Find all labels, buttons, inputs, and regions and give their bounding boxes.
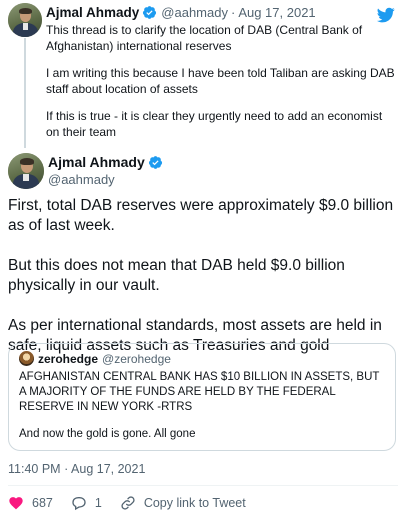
tweet-paragraph: And now the gold is gone. All gone xyxy=(19,428,196,440)
author-name[interactable]: Ajmal Ahmady xyxy=(46,5,139,20)
tweet-paragraph: But this does not mean that DAB held $9.… xyxy=(8,257,345,294)
tweet-paragraph: First, total DAB reserves were approxima… xyxy=(8,197,394,234)
verified-badge-icon xyxy=(148,155,162,169)
separator-dot: · xyxy=(64,462,69,476)
author-handle[interactable]: @aahmady xyxy=(161,5,228,20)
main-author-row: Ajmal Ahmady xyxy=(48,154,163,170)
author-handle[interactable]: @aahmady xyxy=(48,172,163,187)
quoted-author-row: zerohedge @zerohedge xyxy=(19,351,385,366)
avatar[interactable] xyxy=(8,153,44,189)
author-name[interactable]: Ajmal Ahmady xyxy=(48,154,145,170)
parent-tweet-text: This thread is to clarify the location o… xyxy=(46,23,396,152)
like-count: 687 xyxy=(32,496,53,510)
quoted-tweet-card[interactable]: zerohedge @zerohedge AFGHANISTAN CENTRAL… xyxy=(8,343,396,451)
tweet-paragraph: AFGHANISTAN CENTRAL BANK HAS $10 BILLION… xyxy=(19,371,380,413)
tweet-paragraph: This thread is to clarify the location o… xyxy=(46,23,363,53)
reply-button[interactable]: 1 xyxy=(71,495,102,511)
avatar[interactable] xyxy=(8,3,42,37)
copy-link-label: Copy link to Tweet xyxy=(143,496,246,510)
verified-badge-icon xyxy=(143,6,157,19)
tweet-timestamp[interactable]: 11:40 PM · Aug 17, 2021 xyxy=(8,462,145,476)
heart-icon xyxy=(9,497,23,510)
separator-dot: · xyxy=(230,5,236,20)
tweet-actions: 687 1 Copy link to Tweet xyxy=(8,495,264,511)
parent-tweet: Ajmal Ahmady @aahmady · Aug 17, 2021 Thi… xyxy=(0,0,406,150)
reply-icon xyxy=(72,497,86,511)
quoted-author-handle: @zerohedge xyxy=(102,351,171,366)
tweet-date: Aug 17, 2021 xyxy=(71,462,146,476)
like-button[interactable]: 687 xyxy=(8,495,53,511)
thread-connector-line xyxy=(24,38,26,148)
tweet-paragraph: If this is true - it is clear they urgen… xyxy=(46,109,383,139)
copy-link-button[interactable]: Copy link to Tweet xyxy=(120,495,246,511)
tweet-date[interactable]: Aug 17, 2021 xyxy=(238,5,315,20)
link-icon xyxy=(121,496,135,510)
reply-count: 1 xyxy=(94,496,102,510)
parent-author-row: Ajmal Ahmady @aahmady · Aug 17, 2021 xyxy=(46,5,316,20)
avatar xyxy=(19,351,34,366)
quoted-author-name: zerohedge xyxy=(38,351,99,366)
tweet-paragraph: I am writing this because I have been to… xyxy=(46,66,395,96)
divider xyxy=(8,485,398,486)
tweet-time: 11:40 PM xyxy=(8,462,61,476)
quoted-tweet-text: AFGHANISTAN CENTRAL BANK HAS $10 BILLION… xyxy=(19,370,385,442)
main-author-block: Ajmal Ahmady @aahmady xyxy=(48,154,163,187)
